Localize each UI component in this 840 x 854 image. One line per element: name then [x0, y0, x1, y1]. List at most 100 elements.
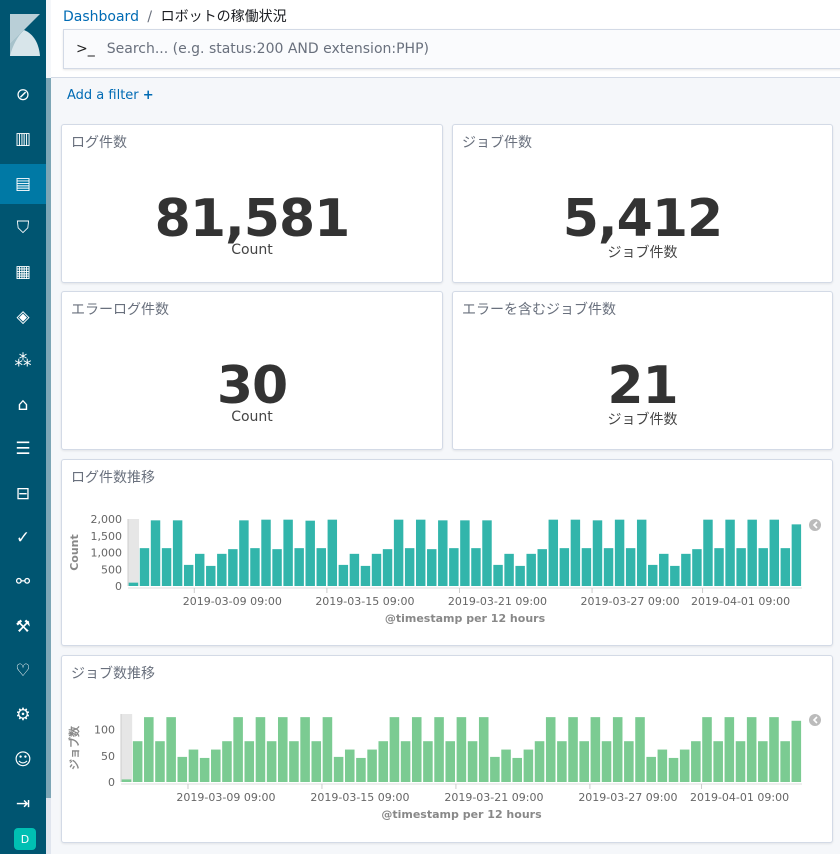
breadcrumb-dashboard-link[interactable]: Dashboard: [63, 9, 139, 25]
bar[interactable]: [360, 565, 371, 586]
sidebar-item-maps[interactable]: ◈: [0, 297, 46, 337]
bar[interactable]: [139, 548, 150, 586]
legend-toggle-icon[interactable]: [809, 714, 821, 726]
bar[interactable]: [449, 548, 459, 586]
bar[interactable]: [592, 520, 603, 586]
sidebar-item-compass[interactable]: ⊘: [0, 75, 46, 115]
bar[interactable]: [703, 519, 713, 586]
sidebar-item-user[interactable]: ☺: [0, 740, 46, 780]
bar[interactable]: [603, 548, 614, 586]
bar[interactable]: [144, 717, 154, 782]
sidebar-item-graph[interactable]: ⚯: [0, 562, 46, 602]
bar[interactable]: [311, 741, 322, 782]
bar[interactable]: [614, 519, 625, 586]
bar[interactable]: [512, 757, 523, 782]
bar[interactable]: [344, 749, 355, 782]
legend-toggle-icon[interactable]: [809, 519, 821, 531]
bar[interactable]: [702, 717, 712, 782]
sidebar-scrollbar[interactable]: [46, 78, 51, 854]
bar[interactable]: [172, 520, 183, 586]
bar[interactable]: [758, 548, 768, 586]
sidebar-item-canvas[interactable]: ▦: [0, 252, 46, 292]
add-filter-button[interactable]: Add a filter +: [67, 88, 154, 103]
bar[interactable]: [356, 757, 366, 782]
bar[interactable]: [478, 717, 489, 782]
bar[interactable]: [427, 549, 437, 586]
bar[interactable]: [714, 548, 724, 586]
bar[interactable]: [545, 717, 556, 782]
sidebar-item-management[interactable]: ⚙: [0, 695, 46, 735]
sidebar-item-logs[interactable]: ☰: [0, 429, 46, 469]
bar[interactable]: [504, 553, 514, 586]
bar[interactable]: [438, 520, 448, 586]
bar[interactable]: [467, 741, 478, 782]
bar[interactable]: [548, 519, 559, 586]
bar[interactable]: [581, 548, 592, 586]
bar[interactable]: [537, 549, 547, 586]
bar[interactable]: [557, 741, 567, 782]
bar[interactable]: [305, 520, 315, 586]
bar[interactable]: [523, 749, 534, 782]
bar[interactable]: [612, 717, 623, 782]
bar[interactable]: [211, 749, 221, 782]
bar[interactable]: [515, 565, 525, 586]
bar[interactable]: [493, 564, 503, 586]
bar[interactable]: [121, 779, 132, 782]
bar[interactable]: [194, 553, 205, 586]
sidebar-item-logout[interactable]: ⇥: [0, 784, 46, 824]
bar[interactable]: [724, 717, 735, 782]
sidebar-item-monitoring[interactable]: ♡: [0, 651, 46, 691]
bar[interactable]: [289, 741, 299, 782]
bar[interactable]: [371, 553, 382, 586]
bar[interactable]: [670, 565, 680, 586]
bar[interactable]: [501, 749, 511, 782]
bar[interactable]: [423, 741, 433, 782]
bar[interactable]: [725, 519, 735, 586]
bar[interactable]: [155, 741, 165, 782]
bar[interactable]: [393, 519, 404, 586]
bar[interactable]: [601, 741, 612, 782]
bar[interactable]: [338, 564, 349, 586]
bar[interactable]: [389, 717, 400, 782]
bar[interactable]: [657, 749, 668, 782]
bar[interactable]: [456, 717, 467, 782]
bar[interactable]: [183, 564, 194, 586]
bar[interactable]: [400, 741, 411, 782]
bar[interactable]: [648, 564, 658, 586]
bar[interactable]: [646, 756, 656, 782]
bar[interactable]: [277, 717, 288, 782]
bar[interactable]: [382, 549, 393, 586]
bar[interactable]: [322, 717, 333, 782]
bar[interactable]: [266, 741, 277, 782]
bar[interactable]: [482, 520, 492, 586]
bar[interactable]: [333, 756, 344, 782]
bar[interactable]: [128, 582, 139, 586]
sidebar-item-timelion[interactable]: ⛉: [0, 208, 46, 248]
bar[interactable]: [659, 553, 669, 586]
bar[interactable]: [411, 717, 422, 782]
bar[interactable]: [746, 717, 757, 782]
sidebar-item-uptime[interactable]: ✓: [0, 518, 46, 558]
bar[interactable]: [635, 717, 645, 782]
bar[interactable]: [559, 548, 570, 586]
bar[interactable]: [681, 553, 691, 586]
bar[interactable]: [132, 741, 143, 782]
bar[interactable]: [780, 548, 791, 586]
bar[interactable]: [233, 717, 243, 782]
sidebar-item-devtools[interactable]: ⚒: [0, 607, 46, 647]
bar[interactable]: [316, 548, 326, 586]
bar[interactable]: [206, 565, 216, 586]
bar[interactable]: [713, 741, 723, 782]
bar[interactable]: [735, 741, 746, 782]
sidebar-item-dashboard[interactable]: ▤: [0, 163, 46, 204]
bar[interactable]: [460, 520, 470, 586]
bar[interactable]: [217, 553, 227, 586]
bar[interactable]: [624, 741, 634, 782]
bar[interactable]: [378, 741, 389, 782]
bar[interactable]: [747, 519, 757, 586]
bar[interactable]: [590, 717, 601, 782]
sidebar-item-apm[interactable]: ⊟: [0, 474, 46, 514]
user-avatar[interactable]: D: [14, 828, 36, 850]
bar[interactable]: [255, 717, 266, 782]
sidebar-item-infrastructure[interactable]: ⌂: [0, 385, 46, 425]
